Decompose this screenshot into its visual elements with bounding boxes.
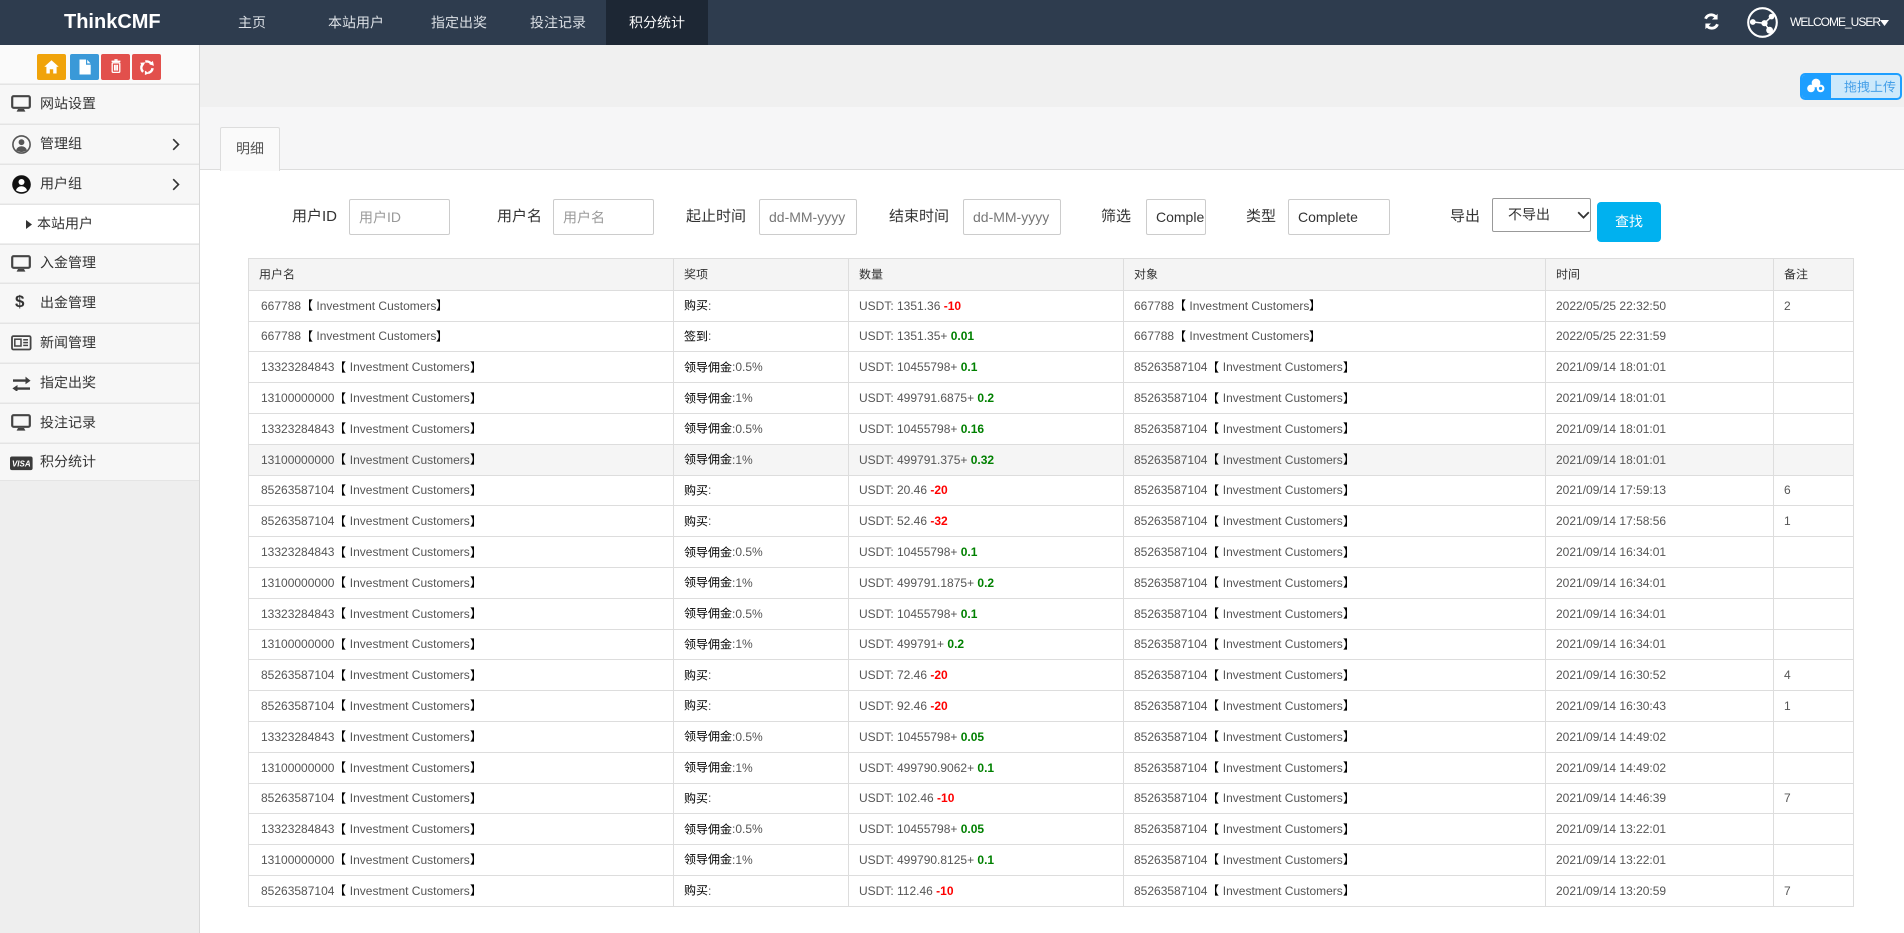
svg-text:VISA: VISA (12, 459, 31, 468)
